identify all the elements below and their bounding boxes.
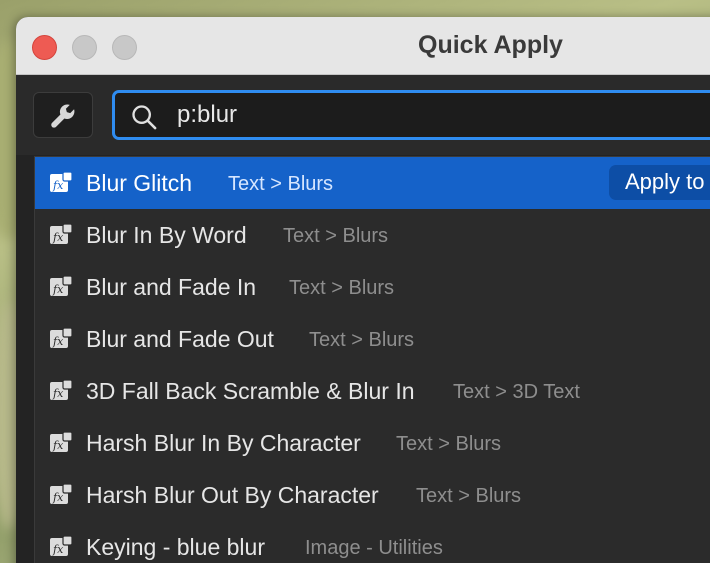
result-path: Text > Blurs bbox=[283, 225, 389, 247]
result-name: Harsh Blur Out By Character bbox=[86, 482, 379, 508]
result-row[interactable]: fx Blur Glitch Text > Blurs Apply to bbox=[35, 157, 710, 209]
effect-preset-icon: fx bbox=[50, 431, 73, 452]
result-name: Blur In By Word bbox=[86, 222, 247, 248]
svg-text:fx: fx bbox=[52, 231, 64, 244]
result-name: Keying - blue blur bbox=[86, 534, 265, 560]
effect-preset-icon: fx bbox=[50, 327, 73, 348]
result-path: Text > 3D Text bbox=[453, 381, 580, 403]
svg-text:fx: fx bbox=[52, 387, 64, 400]
svg-text:fx: fx bbox=[52, 543, 64, 556]
result-name: 3D Fall Back Scramble & Blur In bbox=[86, 378, 415, 404]
svg-text:fx: fx bbox=[52, 491, 64, 504]
settings-button[interactable] bbox=[33, 92, 93, 138]
close-window-button[interactable] bbox=[32, 35, 57, 60]
svg-text:fx: fx bbox=[52, 179, 64, 192]
result-name: Blur and Fade In bbox=[86, 274, 257, 300]
results-list: fx Blur Glitch Text > Blurs Apply to fx … bbox=[34, 156, 710, 563]
result-name: Harsh Blur In By Character bbox=[86, 430, 361, 456]
wrench-icon bbox=[51, 104, 75, 128]
effect-preset-icon: fx bbox=[50, 171, 73, 192]
effect-preset-icon: fx bbox=[50, 379, 73, 400]
result-name: Blur Glitch bbox=[86, 170, 193, 196]
search-field[interactable] bbox=[112, 90, 710, 140]
window-title: Quick Apply bbox=[418, 31, 563, 59]
result-row[interactable]: fx Harsh Blur In By Character Text > Blu… bbox=[35, 417, 710, 469]
result-path: Text > Blurs bbox=[416, 485, 522, 507]
effect-preset-icon: fx bbox=[50, 535, 73, 556]
result-path: Text > Blurs bbox=[309, 329, 415, 351]
quick-apply-window: Quick Apply fx Blur Glitch Text > Blurs bbox=[16, 17, 710, 563]
minimize-window-button[interactable] bbox=[72, 35, 97, 60]
result-row[interactable]: fx Keying - blue blur Image - Utilities bbox=[35, 521, 710, 563]
result-path: Text > Blurs bbox=[396, 433, 502, 455]
search-input[interactable] bbox=[177, 99, 677, 131]
effect-preset-icon: fx bbox=[50, 223, 73, 244]
search-toolbar bbox=[16, 75, 710, 155]
result-name: Blur and Fade Out bbox=[86, 326, 274, 352]
result-row[interactable]: fx 3D Fall Back Scramble & Blur In Text … bbox=[35, 365, 710, 417]
effect-preset-icon: fx bbox=[50, 275, 73, 296]
result-path: Image - Utilities bbox=[305, 537, 443, 559]
result-row[interactable]: fx Blur and Fade Out Text > Blurs bbox=[35, 313, 710, 365]
result-row[interactable]: fx Blur In By Word Text > Blurs bbox=[35, 209, 710, 261]
svg-text:fx: fx bbox=[52, 335, 64, 348]
result-row[interactable]: fx Blur and Fade In Text > Blurs bbox=[35, 261, 710, 313]
result-path: Text > Blurs bbox=[228, 173, 334, 195]
title-bar[interactable]: Quick Apply bbox=[16, 17, 710, 75]
search-icon bbox=[132, 105, 157, 130]
svg-text:fx: fx bbox=[52, 283, 64, 296]
effect-preset-icon: fx bbox=[50, 483, 73, 504]
zoom-window-button[interactable] bbox=[112, 35, 137, 60]
svg-text:fx: fx bbox=[52, 439, 64, 452]
result-row[interactable]: fx Harsh Blur Out By Character Text > Bl… bbox=[35, 469, 710, 521]
apply-button[interactable]: Apply to bbox=[609, 165, 710, 200]
result-path: Text > Blurs bbox=[289, 277, 395, 299]
